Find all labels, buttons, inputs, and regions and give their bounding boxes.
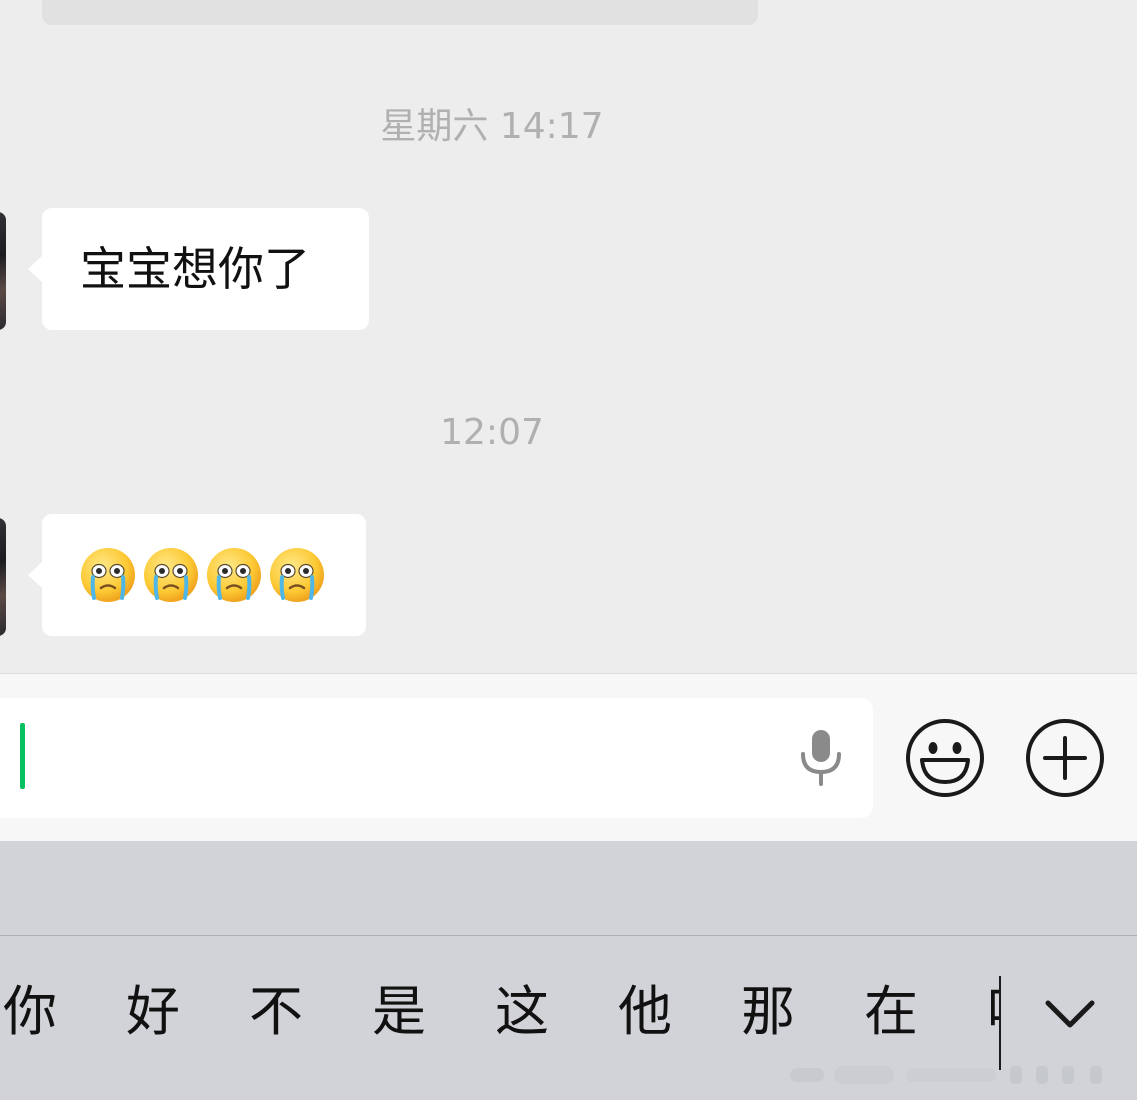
emoji-icon[interactable] [904,717,986,799]
watermark [790,1066,1102,1084]
message-input[interactable] [0,698,873,818]
candidate-word[interactable]: 他 [618,980,672,1044]
timestamp: 12:07 [440,412,544,453]
candidate-word[interactable]: 好 [126,980,180,1044]
avatar[interactable] [0,212,6,330]
chevron-down-icon[interactable] [1040,993,1100,1037]
message-text: 宝宝想你了 [80,242,310,296]
candidate-word[interactable]: 是 [372,980,426,1044]
candidate-word[interactable]: 不 [249,980,303,1044]
candidate-word[interactable]: 这 [495,980,549,1044]
timestamp: 星期六 14:17 [380,106,604,147]
emoji-message-bubble[interactable] [28,514,366,636]
candidate-word[interactable]: 你 [3,980,57,1044]
candidate-word[interactable]: 在 [864,980,918,1044]
chat-area[interactable]: 星期六 14:17 宝宝想你了 12:07 [0,0,1137,673]
emoji-row [79,514,366,636]
candidate-separator [999,976,1001,1070]
avatar[interactable] [0,518,6,636]
previous-message-bubble[interactable] [42,0,758,25]
crying-face-emoji [144,548,198,602]
crying-face-emoji [81,548,135,602]
plus-icon[interactable] [1024,717,1106,799]
input-bar [0,673,1137,841]
candidate-word[interactable]: 那 [741,980,795,1044]
crying-face-emoji [270,548,324,602]
crying-face-emoji [207,548,261,602]
text-caret [20,723,25,789]
message-bubble[interactable]: 宝宝想你了 [28,208,369,330]
microphone-icon[interactable] [796,728,846,788]
